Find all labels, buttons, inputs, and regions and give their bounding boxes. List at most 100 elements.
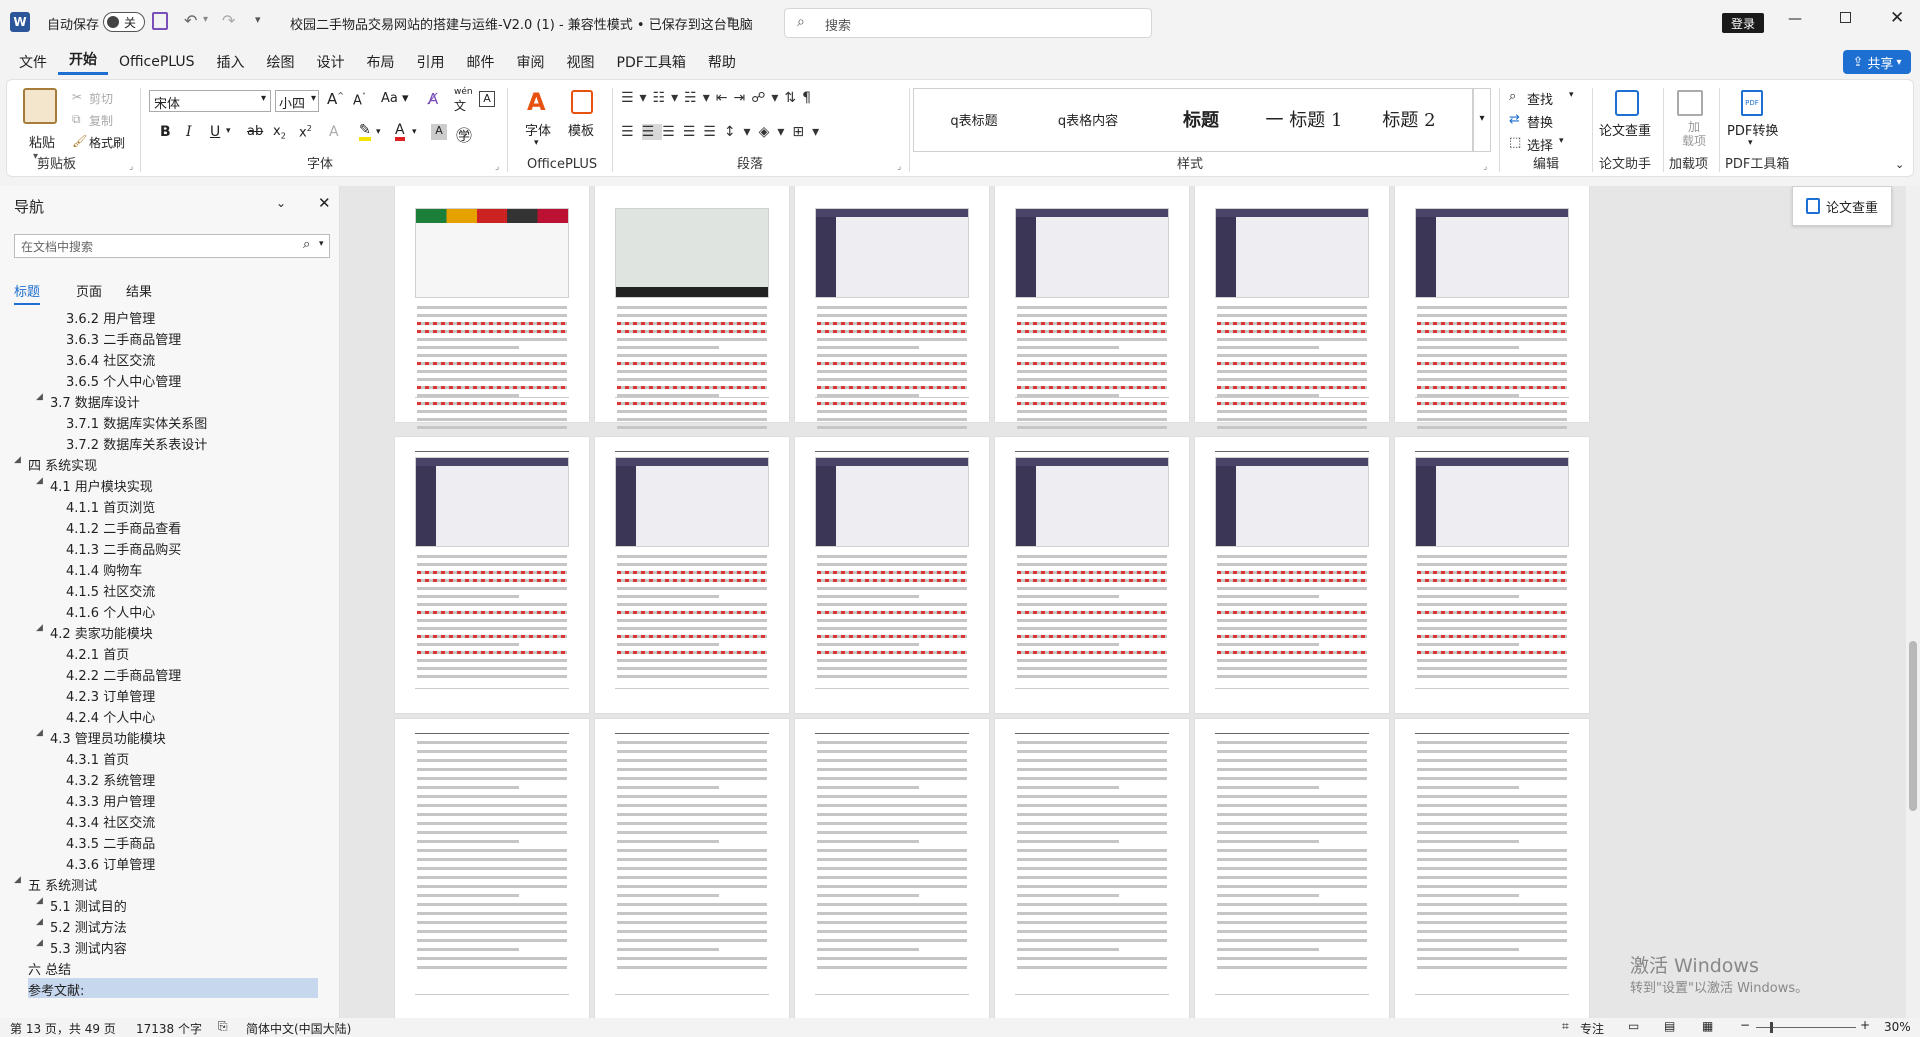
nav-item[interactable]: 3.7.2 数据库关系表设计 (0, 432, 340, 453)
nav-item[interactable]: 4.3.1 首页 (0, 747, 340, 768)
chinese-layout-icon[interactable]: ☍▾ (751, 90, 784, 106)
style-heading-1[interactable]: 一 标题 1 (1254, 89, 1354, 149)
nav-item[interactable]: 4.1.5 社区交流 (0, 579, 340, 600)
page-thumbnail[interactable] (595, 719, 789, 1018)
italic-icon[interactable]: I (186, 124, 192, 140)
menu-tab-6[interactable]: 布局 (356, 45, 406, 79)
nav-item[interactable]: 3.7.1 数据库实体关系图 (0, 411, 340, 432)
justify-icon[interactable]: ☰ (683, 124, 704, 140)
page-thumbnail[interactable] (1195, 719, 1389, 1018)
menu-tab-9[interactable]: 审阅 (506, 45, 556, 79)
nav-item[interactable]: 六 总结 (0, 957, 340, 978)
page-thumbnail[interactable] (1395, 437, 1589, 713)
page-thumbnail[interactable] (1395, 719, 1589, 1018)
officeplus-font-icon[interactable]: A (527, 88, 546, 116)
clear-format-icon[interactable]: A̸ (428, 90, 438, 108)
nav-tab-1[interactable]: 页面 (76, 281, 102, 300)
increase-indent-icon[interactable]: ⇥ (733, 90, 751, 106)
copy-icon[interactable]: ⧉ (72, 112, 81, 127)
align-right-icon[interactable]: ☰ (662, 124, 683, 140)
shading-icon[interactable]: ◈▾ (759, 124, 793, 140)
cut-icon[interactable]: ✂ (72, 90, 82, 104)
thesis-check-button[interactable]: 论文查重 (1599, 120, 1651, 139)
page-thumbnail[interactable] (995, 186, 1189, 429)
document-title[interactable]: 校园二手物品交易网站的搭建与运维-V2.0 (1) - 兼容性模式 • 已保存到… (290, 14, 753, 33)
menu-tab-3[interactable]: 插入 (206, 45, 256, 79)
page-thumbnail[interactable] (795, 186, 989, 429)
nav-expand-icon[interactable]: ◢ (36, 728, 43, 738)
nav-expand-icon[interactable]: ◢ (36, 917, 43, 927)
nav-item[interactable]: 4.1.1 首页浏览 (0, 495, 340, 516)
nav-item[interactable]: 3.6.4 社区交流 (0, 348, 340, 369)
page-thumbnail[interactable] (995, 437, 1189, 713)
menu-tab-8[interactable]: 邮件 (456, 45, 506, 79)
pdf-convert-button[interactable]: PDF转换 (1727, 120, 1778, 139)
clipboard-launcher-icon[interactable]: ⌟ (129, 162, 133, 172)
redo-icon[interactable]: ↷ (222, 11, 235, 30)
enclose-char-icon[interactable]: ㊫ (456, 122, 472, 146)
nav-item[interactable]: 4.3.2 系统管理 (0, 768, 340, 789)
style-title[interactable]: 标题 (1156, 89, 1246, 149)
nav-item[interactable]: 参考文献: (28, 978, 318, 999)
search-box[interactable]: ⌕ 搜索 (784, 8, 1152, 38)
zoom-slider[interactable] (1756, 1022, 1856, 1033)
save-icon[interactable] (152, 12, 168, 30)
font-color-icon[interactable]: A (395, 123, 405, 141)
paragraph-launcher-icon[interactable]: ⌟ (897, 162, 901, 172)
nav-item[interactable]: ◢ 5.1 测试目的 (0, 894, 340, 915)
underline-icon[interactable]: U (210, 124, 220, 140)
nav-item[interactable]: 4.1.3 二手商品购买 (0, 537, 340, 558)
page-thumbnail[interactable] (795, 437, 989, 713)
line-spacing-icon[interactable]: ↕▾ (724, 124, 759, 140)
paste-icon[interactable] (23, 88, 57, 124)
officeplus-font-button[interactable]: 字体 (525, 120, 551, 139)
font-color-chevron-icon[interactable]: ▾ (412, 127, 417, 137)
zoom-slider-thumb[interactable] (1770, 1022, 1773, 1033)
menu-tab-4[interactable]: 绘图 (256, 45, 306, 79)
format-painter-icon[interactable]: 🖌 (72, 134, 87, 148)
nav-item[interactable]: 4.3.6 订单管理 (0, 852, 340, 873)
style-heading-2[interactable]: 标题 2 (1364, 89, 1454, 149)
page-thumbnail[interactable] (1195, 437, 1389, 713)
nav-options-chevron-icon[interactable]: ⌄ (276, 196, 286, 210)
style-q-table-content[interactable]: q表格内容 (1034, 89, 1142, 149)
find-chevron-icon[interactable]: ▾ (1569, 90, 1574, 100)
thesis-check-icon[interactable] (1615, 90, 1639, 116)
replace-icon[interactable]: ⇄ (1509, 112, 1520, 127)
page-thumbnail[interactable] (595, 437, 789, 713)
bold-icon[interactable]: B (160, 124, 171, 140)
undo-dropdown-icon[interactable]: ▾ (203, 14, 208, 25)
nav-item[interactable]: ◢ 4.1 用户模块实现 (0, 474, 340, 495)
sort-icon[interactable]: ⇅ (784, 90, 802, 106)
nav-expand-icon[interactable]: ◢ (36, 938, 43, 948)
menu-tab-12[interactable]: 帮助 (697, 45, 747, 79)
nav-item[interactable]: 3.6.5 个人中心管理 (0, 369, 340, 390)
officeplus-font-chevron-icon[interactable]: ▾ (534, 138, 539, 148)
page-thumbnail[interactable] (395, 186, 589, 429)
nav-search-icon[interactable]: ⌕ (303, 237, 310, 252)
menu-tab-1[interactable]: 开始 (58, 45, 108, 75)
nav-item[interactable]: ◢ 3.7 数据库设计 (0, 390, 340, 411)
page-thumbnail[interactable] (1395, 186, 1589, 429)
addins-icon[interactable] (1677, 90, 1703, 116)
minimize-icon[interactable]: — (1788, 11, 1802, 27)
pdf-convert-icon[interactable]: PDF (1741, 90, 1763, 116)
text-effects-icon[interactable]: A (329, 124, 339, 140)
customize-qat-icon[interactable]: ▾ (255, 13, 261, 26)
select-icon[interactable]: ⬚ (1509, 135, 1521, 150)
word-count[interactable]: 17138 个字 (136, 1020, 202, 1037)
shrink-font-icon[interactable]: A˅ (353, 92, 366, 108)
page-thumbnail[interactable] (595, 186, 789, 429)
page-thumbnail[interactable] (995, 719, 1189, 1018)
nav-item[interactable]: 3.6.3 二手商品管理 (0, 327, 340, 348)
page-count[interactable]: 第 13 页，共 49 页 (10, 1020, 116, 1037)
page-thumbnail[interactable] (1195, 186, 1389, 429)
nav-item[interactable]: 4.2.4 个人中心 (0, 705, 340, 726)
login-button[interactable]: 登录 (1722, 13, 1764, 33)
print-layout-icon[interactable]: ▤ (1664, 1019, 1675, 1033)
page-thumbnail[interactable] (795, 719, 989, 1018)
styles-more-icon[interactable]: ▾ (1473, 88, 1491, 152)
proofing-icon[interactable]: ⎘ (218, 1019, 228, 1034)
bullets-icon[interactable]: ☰▾ (621, 90, 653, 106)
phonetic-guide-icon[interactable]: wén 文 (454, 87, 473, 114)
